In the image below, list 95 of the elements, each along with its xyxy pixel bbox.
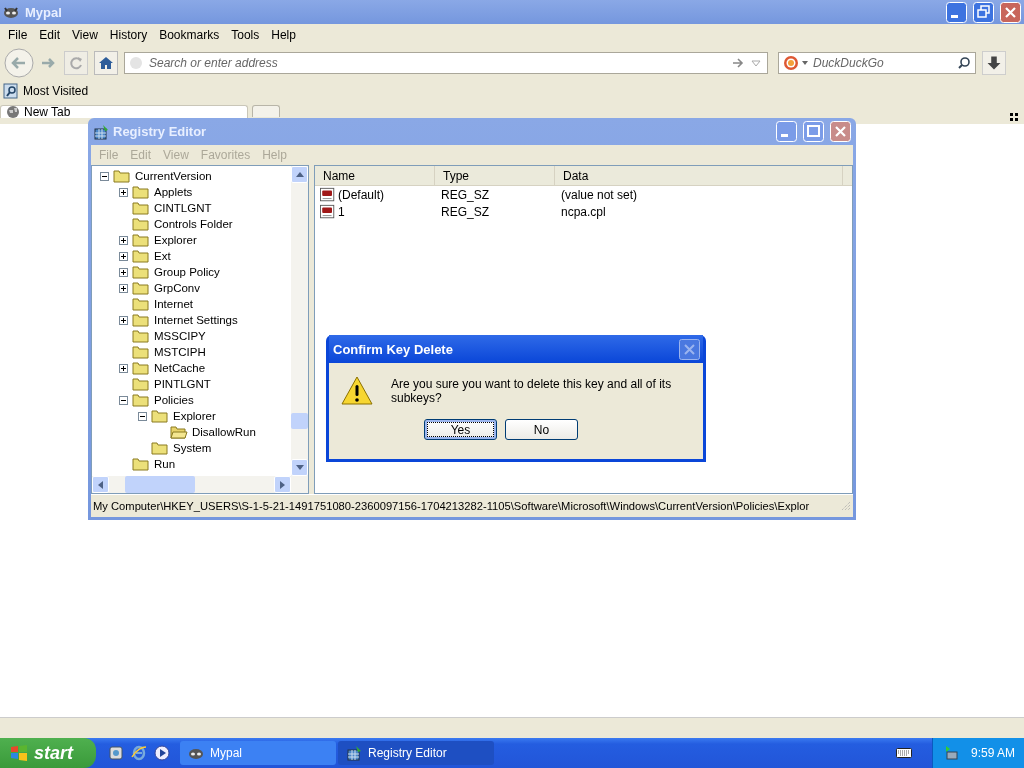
dialog-message: Are you sure you want to delete this key and all of its subkeys?: [391, 377, 673, 405]
registry-icon: [93, 123, 109, 140]
menu-item[interactable]: History: [103, 28, 154, 42]
tree-item[interactable]: Group Policy: [154, 266, 220, 278]
maximize-button[interactable]: [803, 121, 824, 142]
menu-item[interactable]: View: [66, 28, 104, 42]
menu-item[interactable]: Bookmarks: [153, 28, 226, 42]
menu-item[interactable]: Tools: [225, 28, 266, 42]
home-button[interactable]: [94, 51, 118, 75]
tree-item[interactable]: Internet: [154, 298, 193, 310]
tree-item[interactable]: Policies: [154, 394, 194, 406]
network-icon[interactable]: [943, 745, 959, 761]
left-arrow-icon[interactable]: [98, 480, 103, 489]
up-arrow-icon[interactable]: [295, 172, 304, 177]
caret-icon[interactable]: [802, 61, 808, 65]
status-path: My Computer\HKEY_USERS\S-1-5-21-1491751080-2360097156-1704213282-1105\Software\Microsoft\Windows\CurrentVersion\Policies\Explor: [93, 500, 810, 512]
expand-icon[interactable]: [119, 315, 128, 325]
column-header[interactable]: Type: [435, 166, 555, 185]
value-name[interactable]: 1: [338, 204, 345, 219]
scrollbar[interactable]: [92, 476, 308, 493]
menu-item[interactable]: Help: [265, 28, 302, 42]
tree-item[interactable]: Controls Folder: [154, 218, 233, 230]
dialog-button[interactable]: Yes: [424, 419, 497, 440]
right-arrow-icon[interactable]: [280, 480, 285, 489]
table-cell-text: ncpa.cpl: [560, 204, 607, 219]
table-cell-text: REG_SZ: [440, 204, 490, 219]
string-value-icon: [320, 203, 336, 220]
column-header[interactable]: Data: [555, 166, 843, 185]
dialog-button[interactable]: No: [505, 419, 578, 440]
registry-icon: [346, 745, 362, 761]
tree-item[interactable]: Applets: [154, 186, 193, 198]
tree-item[interactable]: NetCache: [154, 362, 206, 374]
window-title: Mypal: [25, 4, 62, 20]
go-arrow-icon[interactable]: [731, 56, 745, 70]
keyboard-icon[interactable]: [896, 748, 912, 758]
duck-icon: [783, 55, 799, 71]
tree-item[interactable]: Ext: [154, 250, 171, 262]
down-arrow-icon[interactable]: [295, 465, 304, 470]
window-title: Registry Editor: [113, 124, 207, 139]
expand-icon[interactable]: [119, 267, 128, 277]
dialog-title: Confirm Key Delete: [333, 341, 453, 357]
resize-grip-icon[interactable]: [841, 501, 851, 511]
collapse-icon[interactable]: [100, 171, 109, 181]
tree-item[interactable]: Run: [154, 458, 176, 470]
tab-list-icon[interactable]: [1010, 113, 1018, 121]
value-name[interactable]: (Default): [338, 187, 384, 202]
minimize-button[interactable]: [946, 1, 967, 23]
tree-item[interactable]: DisallowRun: [192, 426, 256, 438]
download-button[interactable]: [982, 51, 1006, 75]
browser-tab[interactable]: New Tab: [0, 105, 248, 118]
search-input[interactable]: DuckDuckGo: [811, 55, 954, 71]
menu-item[interactable]: Edit: [33, 28, 67, 42]
expand-icon[interactable]: [119, 187, 128, 197]
search-page-icon: [3, 83, 19, 99]
collapse-icon[interactable]: [138, 411, 147, 421]
warning-icon: [341, 375, 373, 407]
table-cell-text: (value not set): [560, 187, 639, 202]
tree-item[interactable]: PINTLGNT: [154, 378, 211, 390]
address-input[interactable]: Search or enter address: [147, 55, 727, 71]
table-cell-text: REG_SZ: [440, 187, 490, 202]
back-button[interactable]: [4, 48, 34, 78]
scroll-thumb[interactable]: [125, 476, 195, 493]
bookmark-folder[interactable]: Most Visited: [23, 84, 89, 98]
tree-item[interactable]: Explorer: [154, 234, 197, 246]
expand-icon[interactable]: [119, 363, 128, 373]
address-field[interactable]: Search or enter address: [124, 52, 768, 74]
browser-e-icon[interactable]: [131, 745, 147, 761]
tree-item[interactable]: GrpConv: [154, 282, 201, 294]
tree-item[interactable]: Explorer: [173, 410, 216, 422]
desktop-icon[interactable]: [108, 745, 124, 761]
windows-flag-icon: [10, 744, 28, 762]
restore-button[interactable]: [973, 1, 994, 23]
search-icon[interactable]: [957, 56, 971, 70]
tree-item[interactable]: Internet Settings: [154, 314, 238, 326]
close-button[interactable]: [679, 338, 700, 360]
expand-icon[interactable]: [119, 235, 128, 245]
clock: 9:59 AM: [971, 746, 1016, 760]
expand-icon[interactable]: [119, 251, 128, 261]
column-header[interactable]: Name: [315, 166, 435, 185]
taskbar-button[interactable]: Mypal: [180, 741, 336, 765]
tree-item[interactable]: MSSCIPY: [154, 330, 206, 342]
scrollbar[interactable]: [291, 166, 308, 476]
minimize-button[interactable]: [776, 121, 797, 142]
tree-item[interactable]: CurrentVersion: [135, 170, 212, 182]
menu-item[interactable]: File: [2, 28, 34, 42]
collapse-icon[interactable]: [119, 395, 128, 405]
expand-icon[interactable]: [119, 283, 128, 293]
search-field[interactable]: DuckDuckGo: [778, 52, 976, 74]
tree-item[interactable]: System: [173, 442, 212, 454]
string-value-icon: [320, 186, 336, 203]
media-player-icon[interactable]: [154, 745, 170, 761]
taskbar-button[interactable]: Registry Editor: [338, 741, 494, 765]
tree-item[interactable]: CINTLGNT: [154, 202, 212, 214]
tree-item[interactable]: MSTCIPH: [154, 346, 206, 358]
scroll-thumb[interactable]: [291, 413, 308, 429]
